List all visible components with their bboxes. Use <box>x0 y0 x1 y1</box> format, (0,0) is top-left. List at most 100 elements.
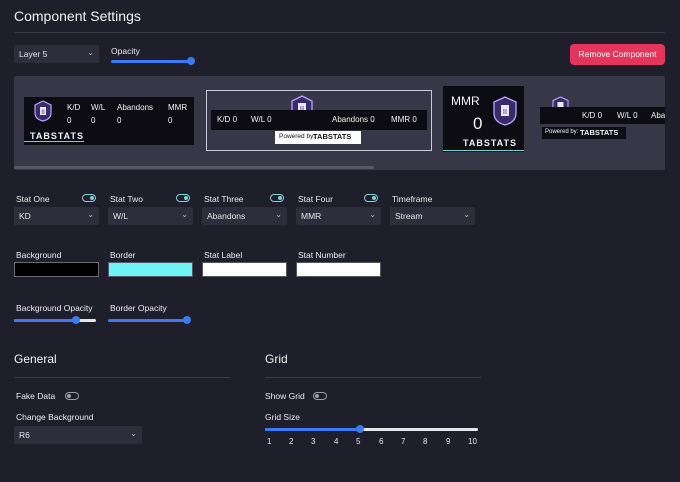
timeframe-label: Timeframe <box>392 194 433 204</box>
card1-value-abandons: 0 <box>117 116 122 125</box>
card4-value-wl: 0 <box>633 111 638 120</box>
card1-label-mmr: MMR <box>168 103 188 112</box>
chevron-down-icon: ⌄ <box>87 210 94 219</box>
card4-powered-badge: Powered by: TABSTATS <box>542 127 626 139</box>
change-background-label: Change Background <box>16 412 94 422</box>
card2-value-mmr: 0 <box>412 115 417 124</box>
card2-value-abandons: 0 <box>370 115 375 124</box>
grid-divider <box>265 377 481 378</box>
opacity-slider[interactable] <box>111 60 191 63</box>
general-section-title: General <box>14 352 57 366</box>
timeframe-select[interactable]: Stream ⌄ <box>390 207 475 225</box>
card4-value-kd: 0 <box>597 111 603 120</box>
card3-brand-logo: TABSTATS <box>463 138 517 148</box>
background-color-label: Background <box>16 250 62 260</box>
preview-card-4-frame[interactable]: K/D 0 W/L 0 Aba Powered by: TABSTATS <box>540 94 665 142</box>
grid-section-title: Grid <box>265 352 288 366</box>
general-divider <box>14 377 230 378</box>
border-color-label: Border <box>110 250 136 260</box>
grid-size-tick: 2 <box>289 437 294 446</box>
timeframe-value: Stream <box>395 211 423 221</box>
card4-label-wl: W/L <box>617 111 631 120</box>
chevron-down-icon: ⌄ <box>130 429 137 438</box>
preview-card-2-frame[interactable]: II K/D 0 W/L 0 Abandons 0 MMR 0 Powered … <box>206 90 432 151</box>
grid-size-tick: 8 <box>423 437 428 446</box>
card1-value-mmr: 0 <box>168 116 173 125</box>
grid-size-tick: 4 <box>334 437 339 446</box>
card4-label-abandons: Aba <box>651 111 665 120</box>
stat-three-toggle[interactable] <box>270 194 284 202</box>
card2-label-mmr: MMR <box>391 115 411 124</box>
background-opacity-label: Background Opacity <box>16 303 93 313</box>
card1-border-line <box>24 141 84 142</box>
preview-card-2: K/D 0 W/L 0 Abandons 0 MMR 0 <box>211 110 427 130</box>
rank-shield-icon: II <box>34 100 52 122</box>
preview-card-4: K/D 0 W/L 0 Aba <box>540 107 665 124</box>
preview-scrollbar[interactable] <box>14 166 374 169</box>
stat-three-label: Stat Three <box>204 194 244 204</box>
border-color-swatch[interactable] <box>108 262 193 277</box>
background-opacity-handle[interactable] <box>72 316 80 324</box>
card1-label-abandons: Abandons <box>117 103 154 112</box>
grid-size-tick: 5 <box>356 437 361 446</box>
chevron-down-icon: ⌄ <box>87 48 94 57</box>
card4-brand-logo: TABSTATS <box>580 128 619 137</box>
card2-powered-badge: Powered by: TABSTATS <box>275 131 361 144</box>
card3-border-line <box>443 150 524 151</box>
fake-data-toggle[interactable] <box>65 392 79 400</box>
card1-label-kd: K/D <box>67 103 81 112</box>
preview-card-3[interactable]: MMR 0 II TABSTATS <box>443 86 524 152</box>
stat-two-label: Stat Two <box>110 194 143 204</box>
stat-one-select[interactable]: KD ⌄ <box>14 207 99 225</box>
chevron-down-icon: ⌄ <box>369 210 376 219</box>
chevron-down-icon: ⌄ <box>181 210 188 219</box>
grid-size-tick: 10 <box>468 437 477 446</box>
stat-two-toggle[interactable] <box>176 194 190 202</box>
stat-one-value: KD <box>19 211 31 221</box>
chevron-down-icon: ⌄ <box>463 210 470 219</box>
stat-four-toggle[interactable] <box>364 194 378 202</box>
stat-four-label: Stat Four <box>298 194 333 204</box>
card1-value-kd: 0 <box>67 116 72 125</box>
layer-select[interactable]: Layer 5 ⌄ <box>14 45 99 63</box>
opacity-label: Opacity <box>111 46 140 56</box>
stat-number-color-label: Stat Number <box>298 250 346 260</box>
background-opacity-fill <box>14 319 74 322</box>
background-color-swatch[interactable] <box>14 262 99 277</box>
card1-label-wl: W/L <box>91 103 106 112</box>
card2-value-kd: 0 <box>232 115 238 124</box>
card4-label-kd: K/D <box>582 111 596 120</box>
svg-text:II: II <box>503 108 507 116</box>
grid-size-handle[interactable] <box>356 425 364 433</box>
grid-size-tick: 1 <box>267 437 272 446</box>
change-background-select[interactable]: R6 ⌄ <box>14 426 142 444</box>
stat-one-label: Stat One <box>16 194 50 204</box>
show-grid-label: Show Grid <box>265 391 305 401</box>
stat-four-value: MMR <box>301 211 322 221</box>
card4-powered-label: Powered by: <box>545 129 579 135</box>
grid-size-fill <box>265 428 360 431</box>
stat-label-color-swatch[interactable] <box>202 262 287 277</box>
remove-component-button[interactable]: Remove Component <box>570 44 665 65</box>
preview-area: II K/D W/L Abandons MMR 0 0 0 0 TABSTATS… <box>14 76 665 170</box>
stat-number-color-swatch[interactable] <box>296 262 381 277</box>
stat-three-value: Abandons <box>207 211 246 221</box>
stat-one-toggle[interactable] <box>82 194 96 202</box>
stat-four-select[interactable]: MMR ⌄ <box>296 207 381 225</box>
card2-powered-label: Powered by: <box>279 133 316 140</box>
border-opacity-label: Border Opacity <box>110 303 167 313</box>
opacity-slider-handle[interactable] <box>187 57 195 65</box>
stat-two-select[interactable]: W/L ⌄ <box>108 207 193 225</box>
grid-size-tick: 7 <box>401 437 406 446</box>
fake-data-label: Fake Data <box>16 391 56 401</box>
change-background-value: R6 <box>19 430 30 440</box>
border-opacity-handle[interactable] <box>183 316 191 324</box>
border-opacity-slider[interactable] <box>108 319 188 322</box>
card3-value-mmr: 0 <box>473 114 483 133</box>
stat-two-value: W/L <box>113 211 129 221</box>
show-grid-toggle[interactable] <box>313 392 327 400</box>
card2-label-wl: W/L <box>251 115 265 124</box>
grid-size-tick: 6 <box>379 437 384 446</box>
stat-three-select[interactable]: Abandons ⌄ <box>202 207 287 225</box>
preview-card-1[interactable]: II K/D W/L Abandons MMR 0 0 0 0 TABSTATS <box>24 97 194 145</box>
